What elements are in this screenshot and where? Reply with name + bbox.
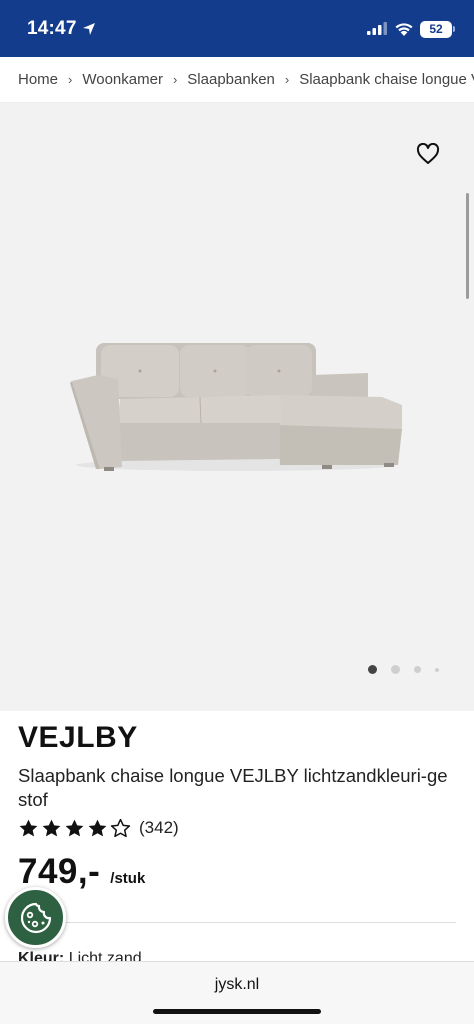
star-empty-icon <box>110 818 131 838</box>
status-time: 14:47 <box>27 18 77 39</box>
product-description: Slaapbank chaise longue VEJLBY lichtzand… <box>18 765 448 810</box>
product-price: 749,- <box>18 852 101 891</box>
cellular-signal-icon <box>367 22 387 40</box>
breadcrumb-slaapbanken[interactable]: Slaapbanken <box>187 71 275 88</box>
heart-outline-icon[interactable] <box>416 142 444 169</box>
wifi-icon <box>394 21 414 41</box>
sofa-product-image[interactable] <box>66 335 406 475</box>
cookie-icon <box>20 902 51 933</box>
star-filled-icon <box>19 819 38 837</box>
pagination-dot[interactable] <box>414 666 421 673</box>
page-scrollbar[interactable] <box>466 193 469 299</box>
url-label[interactable]: jysk.nl <box>0 976 474 994</box>
pagination-dot[interactable] <box>391 665 400 674</box>
product-image-gallery[interactable] <box>0 103 474 711</box>
status-bar: 14:47 52 <box>0 0 474 57</box>
pagination-dot-active[interactable] <box>368 665 377 674</box>
product-title: VEJLBY <box>18 721 138 754</box>
price-row: 749,- /stuk <box>18 852 145 892</box>
breadcrumb-home[interactable]: Home <box>18 71 58 88</box>
rating-stars <box>18 818 131 838</box>
pagination-dot[interactable] <box>435 667 439 672</box>
section-divider <box>18 922 456 923</box>
browser-address-bar[interactable]: jysk.nl <box>0 961 474 1024</box>
star-filled-icon <box>65 819 84 837</box>
star-filled-icon <box>42 819 61 837</box>
star-filled-icon <box>88 819 107 837</box>
battery-level: 52 <box>420 21 452 38</box>
chevron-right-icon: › <box>284 72 290 87</box>
location-arrow-icon <box>82 22 96 41</box>
review-count[interactable]: (342) <box>139 818 179 838</box>
breadcrumb: Home › Woonkamer › Slaapbanken › Slaapba… <box>0 57 474 103</box>
cookie-settings-button[interactable] <box>5 887 66 948</box>
gallery-pagination <box>368 665 439 674</box>
product-rating[interactable]: (342) <box>18 818 179 838</box>
chevron-right-icon: › <box>68 72 73 87</box>
breadcrumb-woonkamer[interactable]: Woonkamer <box>82 71 163 88</box>
breadcrumb-current[interactable]: Slaapbank chaise longue VEJLBY <box>299 71 474 88</box>
chevron-right-icon: › <box>172 72 178 87</box>
price-unit: /stuk <box>110 870 146 887</box>
battery-tip <box>453 26 455 32</box>
home-indicator <box>153 1009 321 1014</box>
